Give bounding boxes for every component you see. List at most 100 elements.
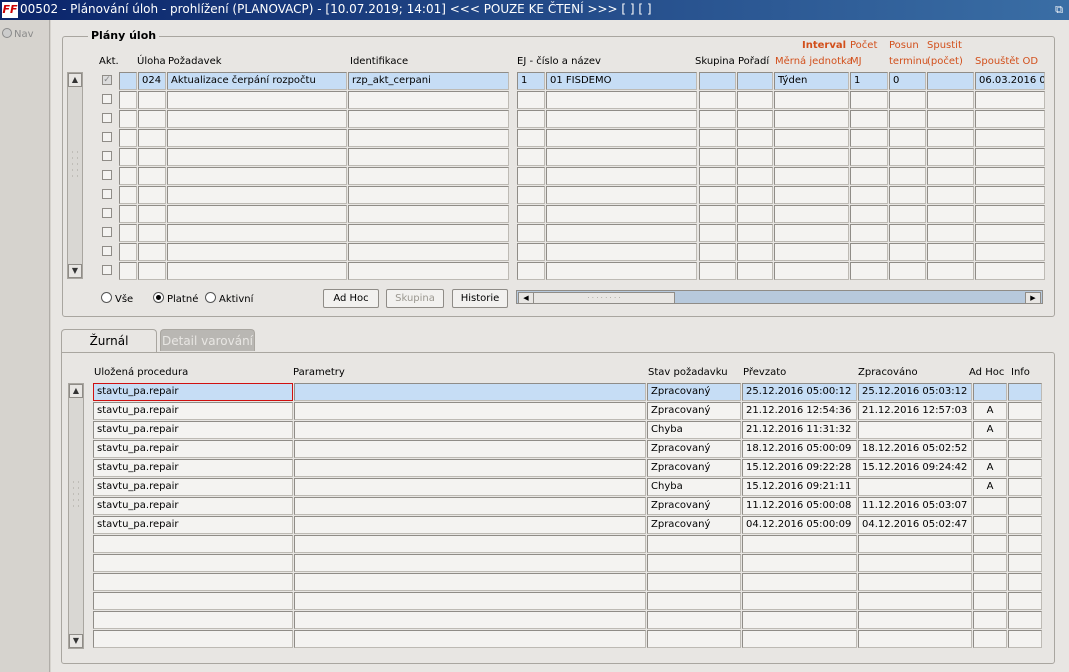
journal-cell-info[interactable]: [1008, 611, 1042, 629]
akt-checkbox[interactable]: [102, 227, 112, 237]
plan-cell-skupina[interactable]: [699, 148, 736, 166]
plan-cell-spustit[interactable]: [927, 167, 974, 185]
skupina-button[interactable]: Skupina: [386, 289, 444, 308]
journal-cell-proc[interactable]: stavtu_pa.repair: [93, 440, 293, 458]
row-indicator[interactable]: [119, 167, 137, 185]
plan-cell-identifikace[interactable]: [348, 205, 509, 223]
plan-cell-od[interactable]: [975, 91, 1045, 109]
journal-cell-adhoc[interactable]: A: [973, 421, 1007, 439]
akt-checkbox[interactable]: [102, 189, 112, 199]
plans-horizontal-scrollbar[interactable]: ◀ · · · · · · · · ▶: [516, 290, 1043, 304]
journal-cell-param[interactable]: [294, 535, 646, 553]
journal-cell-param[interactable]: [294, 554, 646, 572]
plan-cell-ej_no[interactable]: [517, 167, 545, 185]
journal-cell-adhoc[interactable]: [973, 611, 1007, 629]
scroll-right-icon[interactable]: ▶: [1025, 292, 1041, 304]
akt-checkbox[interactable]: [102, 170, 112, 180]
plan-cell-spustit[interactable]: [927, 91, 974, 109]
plan-cell-pozadavek[interactable]: [167, 205, 347, 223]
row-indicator[interactable]: [119, 91, 137, 109]
journal-cell-adhoc[interactable]: [973, 573, 1007, 591]
journal-cell-stav[interactable]: Zpracovaný: [647, 383, 741, 401]
journal-cell-prevzato[interactable]: 15.12.2016 09:22:28: [742, 459, 857, 477]
plan-cell-ej_no[interactable]: [517, 148, 545, 166]
plan-cell-ej_name[interactable]: [546, 186, 697, 204]
journal-cell-param[interactable]: [294, 459, 646, 477]
journal-cell-stav[interactable]: Zpracovaný: [647, 497, 741, 515]
journal-cell-adhoc[interactable]: [973, 630, 1007, 648]
plan-cell-spustit[interactable]: [927, 110, 974, 128]
plan-cell-posun[interactable]: 0: [889, 72, 926, 90]
plan-cell-pocet[interactable]: [850, 243, 888, 261]
plan-cell-skupina[interactable]: [699, 186, 736, 204]
plan-cell-poradi[interactable]: [737, 148, 773, 166]
journal-cell-info[interactable]: [1008, 516, 1042, 534]
journal-cell-proc[interactable]: stavtu_pa.repair: [93, 497, 293, 515]
row-indicator[interactable]: [119, 186, 137, 204]
plan-cell-identifikace[interactable]: [348, 243, 509, 261]
plan-cell-ej_name[interactable]: [546, 148, 697, 166]
journal-cell-info[interactable]: [1008, 535, 1042, 553]
journal-cell-zprac[interactable]: 25.12.2016 05:03:12: [858, 383, 972, 401]
journal-cell-prevzato[interactable]: [742, 554, 857, 572]
akt-checkbox[interactable]: [102, 94, 112, 104]
plan-cell-merna[interactable]: [774, 224, 849, 242]
plan-cell-skupina[interactable]: [699, 110, 736, 128]
plan-cell-merna[interactable]: [774, 110, 849, 128]
plan-cell-posun[interactable]: [889, 110, 926, 128]
plan-cell-ej_name[interactable]: [546, 224, 697, 242]
plan-cell-uloha[interactable]: [138, 262, 166, 280]
journal-cell-param[interactable]: [294, 421, 646, 439]
journal-cell-proc[interactable]: stavtu_pa.repair: [93, 421, 293, 439]
journal-cell-proc[interactable]: [93, 554, 293, 572]
plan-cell-od[interactable]: [975, 224, 1045, 242]
journal-cell-stav[interactable]: [647, 554, 741, 572]
journal-cell-proc[interactable]: [93, 535, 293, 553]
plan-cell-identifikace[interactable]: rzp_akt_cerpani: [348, 72, 509, 90]
journal-cell-param[interactable]: [294, 497, 646, 515]
journal-cell-zprac[interactable]: 04.12.2016 05:02:47: [858, 516, 972, 534]
plan-cell-spustit[interactable]: [927, 148, 974, 166]
journal-cell-adhoc[interactable]: A: [973, 478, 1007, 496]
plan-cell-pozadavek[interactable]: [167, 91, 347, 109]
plan-cell-pozadavek[interactable]: [167, 167, 347, 185]
plan-cell-ej_no[interactable]: [517, 224, 545, 242]
journal-cell-info[interactable]: [1008, 630, 1042, 648]
journal-cell-zprac[interactable]: 18.12.2016 05:02:52: [858, 440, 972, 458]
journal-cell-proc[interactable]: [93, 573, 293, 591]
plan-cell-merna[interactable]: [774, 205, 849, 223]
journal-cell-info[interactable]: [1008, 421, 1042, 439]
plan-cell-spustit[interactable]: [927, 72, 974, 90]
plan-cell-ej_name[interactable]: [546, 262, 697, 280]
plan-cell-poradi[interactable]: [737, 224, 773, 242]
plan-cell-od[interactable]: [975, 243, 1045, 261]
journal-cell-prevzato[interactable]: [742, 611, 857, 629]
plan-cell-merna[interactable]: [774, 243, 849, 261]
journal-cell-info[interactable]: [1008, 440, 1042, 458]
journal-cell-prevzato[interactable]: [742, 592, 857, 610]
journal-cell-stav[interactable]: Zpracovaný: [647, 440, 741, 458]
plan-cell-ej_name[interactable]: [546, 91, 697, 109]
journal-cell-stav[interactable]: Zpracovaný: [647, 516, 741, 534]
plan-cell-pozadavek[interactable]: [167, 129, 347, 147]
journal-cell-proc[interactable]: stavtu_pa.repair: [93, 516, 293, 534]
journal-cell-proc[interactable]: stavtu_pa.repair: [93, 459, 293, 477]
plan-cell-ej_no[interactable]: [517, 243, 545, 261]
plan-cell-uloha[interactable]: [138, 167, 166, 185]
plan-cell-skupina[interactable]: [699, 72, 736, 90]
row-indicator[interactable]: [119, 110, 137, 128]
journal-cell-prevzato[interactable]: 11.12.2016 05:00:08: [742, 497, 857, 515]
row-indicator[interactable]: [119, 148, 137, 166]
plan-cell-posun[interactable]: [889, 91, 926, 109]
akt-checkbox[interactable]: [102, 151, 112, 161]
adhoc-button[interactable]: Ad Hoc: [323, 289, 379, 308]
plan-cell-poradi[interactable]: [737, 205, 773, 223]
journal-cell-param[interactable]: [294, 383, 646, 401]
plan-cell-identifikace[interactable]: [348, 262, 509, 280]
akt-checkbox[interactable]: [102, 132, 112, 142]
akt-checkbox[interactable]: ✓: [102, 75, 112, 85]
plan-cell-ej_no[interactable]: [517, 110, 545, 128]
row-indicator[interactable]: [119, 224, 137, 242]
plan-cell-uloha[interactable]: [138, 205, 166, 223]
plan-cell-ej_name[interactable]: [546, 129, 697, 147]
